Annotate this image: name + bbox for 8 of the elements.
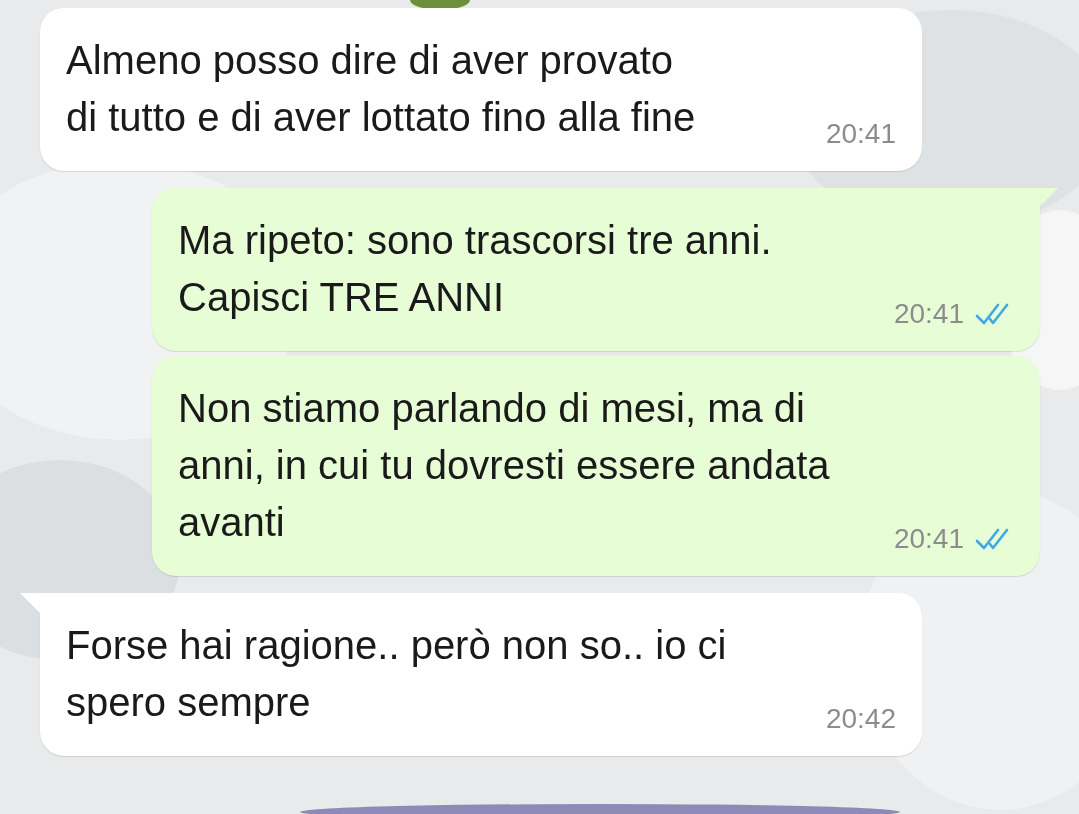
message-text: Ma ripeto: sono trascorsi tre anni. Capisci TRE ANNI [178, 218, 772, 319]
message-time: 20:41 [825, 117, 896, 151]
message-time: 20:41 [893, 522, 964, 556]
message-time: 20:41 [893, 297, 964, 331]
message-text: Non stiamo parlando di mesi, ma di anni, in cui tu dovresti essere andata avanti [178, 386, 830, 544]
message-time: 20:42 [825, 702, 896, 736]
message-text: Almeno posso dire di aver provato di tutto e di aver lottato fino alla fine [66, 38, 696, 139]
message-text: Forse hai ragione.. però non so.. io ci spero sempre [66, 623, 727, 724]
